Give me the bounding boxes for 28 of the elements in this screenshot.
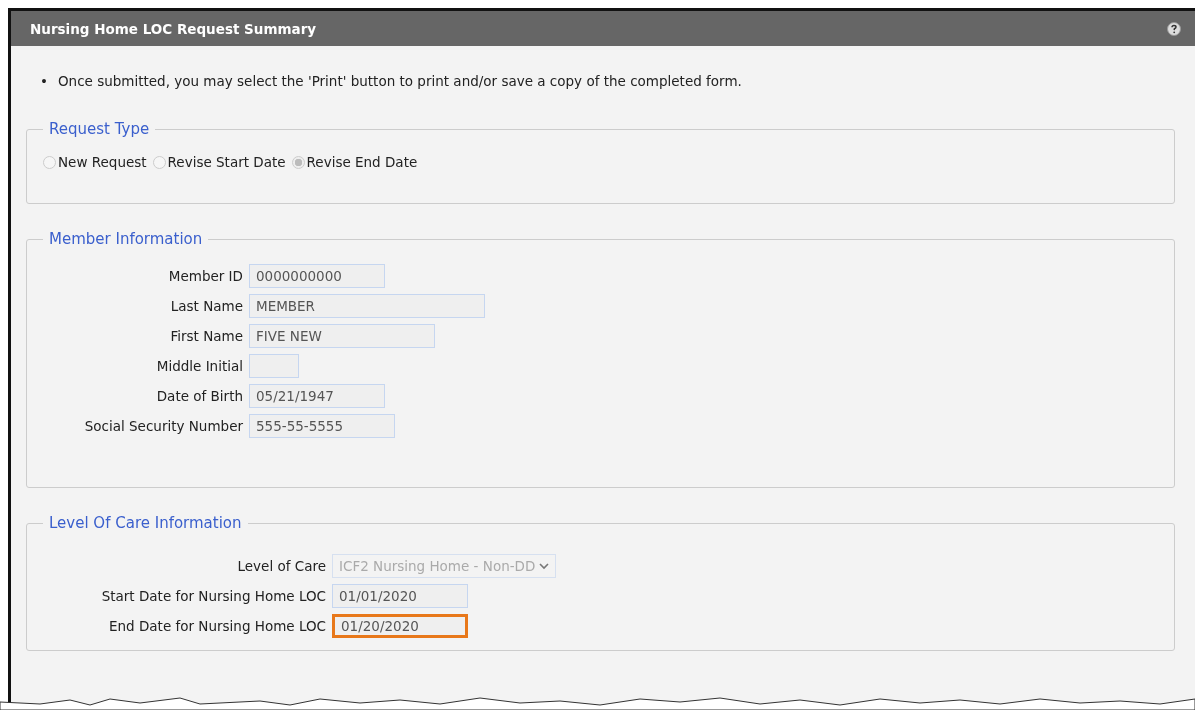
field-label: Social Security Number xyxy=(83,418,243,434)
input-field[interactable]: 01/01/2020 xyxy=(332,584,468,608)
bullet: • xyxy=(40,72,48,90)
field-label: First Name xyxy=(169,328,243,344)
radio-button[interactable] xyxy=(152,155,166,169)
field-label: Start Date for Nursing Home LOC xyxy=(100,588,326,604)
input-field[interactable] xyxy=(249,354,299,378)
field-label: Level of Care xyxy=(236,558,326,574)
field-label: Member ID xyxy=(167,268,243,284)
instruction-text: Once submitted, you may select the 'Print' button to print and/or save a copy of the completed form. xyxy=(57,72,742,90)
input-field[interactable]: FIVE NEW xyxy=(249,324,435,348)
group-legend: Level Of Care Information xyxy=(43,514,248,532)
input-field[interactable]: 05/21/1947 xyxy=(249,384,385,408)
help-icon[interactable] xyxy=(1167,21,1181,36)
field-label: Middle Initial xyxy=(155,358,243,374)
input-field[interactable]: 555-55-5555 xyxy=(249,414,395,438)
input-field[interactable]: 0000000000 xyxy=(249,264,385,288)
group-legend: Member Information xyxy=(43,230,209,248)
panel-title: Nursing Home LOC Request Summary xyxy=(30,20,317,37)
radio-button[interactable] xyxy=(43,155,56,169)
radio-button[interactable] xyxy=(291,155,305,169)
input-field[interactable]: MEMBER xyxy=(249,294,485,318)
group-legend: Request Type xyxy=(43,120,156,138)
field-label: End Date for Nursing Home LOC xyxy=(108,618,326,634)
chevron-down-icon xyxy=(539,562,550,570)
input-field[interactable]: 01/20/2020 xyxy=(332,614,468,638)
field-label: Last Name xyxy=(169,298,243,314)
field-label: Date of Birth xyxy=(155,388,243,404)
